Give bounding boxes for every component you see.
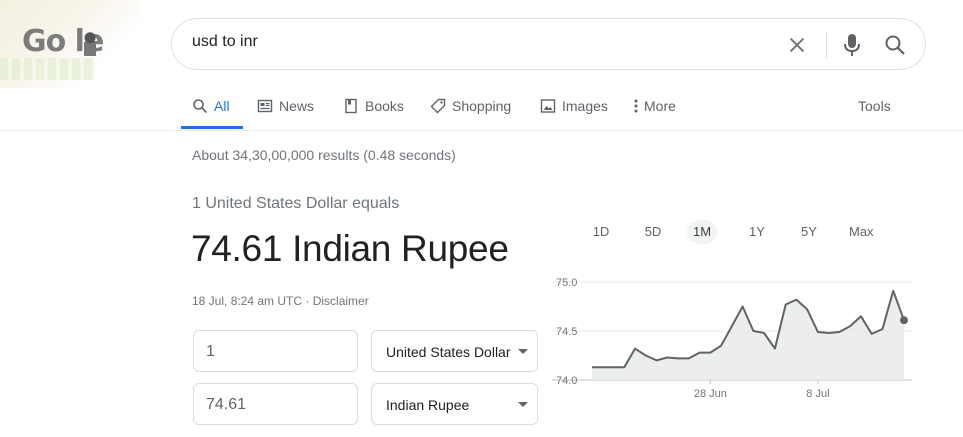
image-icon — [540, 99, 556, 113]
tag-icon — [430, 98, 446, 114]
tab-images[interactable]: Images — [540, 92, 608, 130]
exchange-rate-chart[interactable]: 75.0 74.5 74.0 28 Jun 8 Jul — [548, 262, 963, 412]
range-1d-button[interactable]: 1D — [586, 220, 616, 244]
chart-area — [592, 290, 904, 380]
search-input[interactable] — [192, 33, 752, 51]
y-tick-label: 74.0 — [556, 375, 577, 387]
newspaper-icon — [257, 99, 273, 113]
tab-news[interactable]: News — [257, 92, 314, 130]
x-tick-label: 28 Jun — [694, 388, 727, 400]
tab-label: Images — [562, 98, 608, 114]
range-max-button[interactable]: Max — [843, 220, 880, 244]
range-5y-button[interactable]: 5Y — [794, 220, 824, 244]
tab-books[interactable]: Books — [343, 92, 404, 130]
from-currency-select[interactable]: United States Dollar — [371, 330, 538, 372]
y-tick-label: 75.0 — [556, 277, 577, 289]
from-amount-input[interactable]: 1 — [193, 330, 358, 372]
timestamp-disclaimer[interactable]: 18 Jul, 8:24 am UTC · Disclaimer — [192, 294, 369, 308]
tab-all[interactable]: All — [192, 92, 230, 130]
search-icon — [193, 99, 208, 114]
to-currency-select[interactable]: Indian Rupee — [371, 383, 538, 425]
tab-label: Shopping — [452, 98, 512, 114]
converted-value: 74.61 Indian Rupee — [191, 228, 509, 269]
chevron-down-icon — [518, 349, 528, 354]
equals-label: 1 United States Dollar equals — [192, 195, 400, 212]
to-currency-label: Indian Rupee — [386, 397, 470, 413]
tab-label: All — [214, 98, 230, 114]
tab-label: More — [644, 98, 676, 114]
close-icon[interactable] — [786, 34, 808, 56]
search-icon[interactable] — [883, 33, 907, 57]
chart-current-point — [900, 316, 908, 325]
tab-more[interactable]: More — [632, 92, 676, 130]
tab-label: News — [279, 98, 315, 114]
result-stats: About 34,30,00,000 results (0.48 seconds… — [192, 147, 456, 163]
range-5d-button[interactable]: 5D — [638, 220, 668, 244]
chevron-down-icon — [518, 402, 528, 407]
range-1m-button[interactable]: 1M — [687, 220, 718, 244]
active-tab-indicator — [181, 126, 243, 129]
x-tick-label: 8 Jul — [806, 388, 829, 400]
microphone-icon[interactable] — [840, 32, 864, 58]
range-1y-button[interactable]: 1Y — [742, 220, 772, 244]
tab-shopping[interactable]: Shopping — [430, 92, 511, 130]
book-icon — [345, 98, 357, 114]
tab-label: Books — [365, 98, 404, 114]
tools-button[interactable]: Tools — [858, 98, 891, 114]
search-box[interactable] — [171, 18, 926, 70]
kebab-icon — [634, 99, 638, 113]
google-doodle-logo[interactable]: Go le — [0, 0, 140, 88]
search-divider — [826, 32, 827, 58]
doodle-figure — [80, 30, 100, 56]
to-amount-input[interactable]: 74.61 — [193, 383, 358, 425]
from-currency-label: United States Dollar — [386, 344, 511, 360]
y-tick-label: 74.5 — [556, 326, 577, 338]
tabs-divider — [0, 130, 963, 131]
doodle-grass — [0, 58, 95, 80]
